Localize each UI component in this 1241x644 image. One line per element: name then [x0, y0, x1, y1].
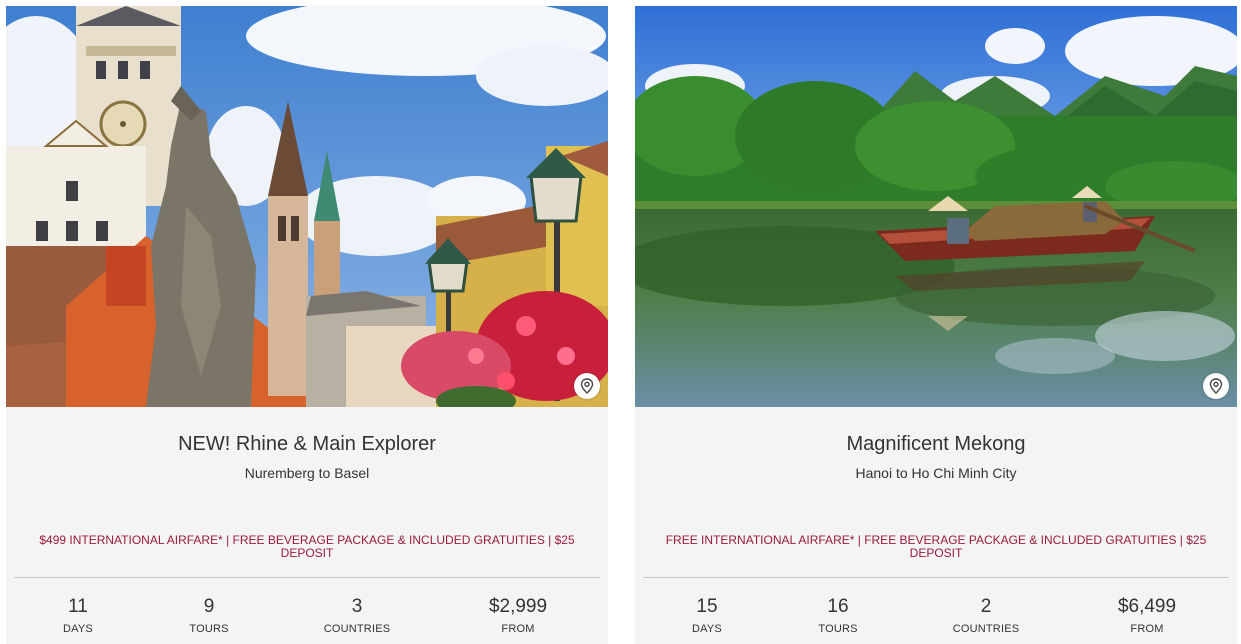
cruise-title[interactable]: Magnificent Mekong	[635, 433, 1237, 456]
cruise-card-rhine-main[interactable]: NEW! Rhine & Main Explorer Nuremberg to …	[6, 6, 608, 644]
cruise-route: Hanoi to Ho Chi Minh City	[855, 465, 1017, 481]
stat-label: FROM	[501, 623, 535, 635]
stat-value: 2	[980, 596, 992, 617]
cruise-route: Nuremberg to Basel	[244, 465, 370, 481]
stat-days: 15 DAYS	[647, 596, 767, 635]
divider	[643, 577, 1229, 578]
stat-days: 11 DAYS	[18, 596, 138, 635]
stat-label: DAYS	[63, 623, 93, 635]
stat-value: 3	[351, 596, 363, 617]
river-scene-image	[635, 6, 1237, 407]
cruise-photo-wurzburg[interactable]	[6, 6, 608, 407]
promo-text: FREE INTERNATIONAL AIRFARE* | FREE BEVER…	[665, 533, 1207, 560]
stat-tours: 16 TOURS	[778, 596, 898, 635]
stat-label: COUNTRIES	[952, 623, 1020, 635]
stat-label: FROM	[1130, 623, 1164, 635]
cruise-photo-mekong[interactable]	[635, 6, 1237, 407]
stat-value: 9	[203, 596, 215, 617]
promo-text: $499 INTERNATIONAL AIRFARE* | FREE BEVER…	[39, 533, 575, 560]
stat-label: TOURS	[189, 623, 229, 635]
stat-countries: 3 COUNTRIES	[297, 596, 417, 635]
stat-value: 15	[696, 596, 718, 617]
stat-label: TOURS	[818, 623, 858, 635]
stat-value: 11	[68, 596, 88, 617]
stat-value: 16	[827, 596, 849, 617]
town-scene-image	[6, 6, 608, 407]
stat-price: $2,999 FROM	[458, 596, 578, 635]
stat-value: $2,999	[488, 596, 548, 617]
stat-price: $6,499 FROM	[1087, 596, 1207, 635]
map-pin-icon[interactable]	[574, 373, 600, 399]
stat-label: DAYS	[692, 623, 722, 635]
divider	[14, 577, 600, 578]
stat-value: $6,499	[1117, 596, 1177, 617]
map-pin-icon[interactable]	[1203, 373, 1229, 399]
stat-tours: 9 TOURS	[149, 596, 269, 635]
cruise-card-mekong[interactable]: Magnificent Mekong Hanoi to Ho Chi Minh …	[635, 6, 1237, 644]
stat-countries: 2 COUNTRIES	[926, 596, 1046, 635]
stat-label: COUNTRIES	[323, 623, 391, 635]
cruise-title[interactable]: NEW! Rhine & Main Explorer	[6, 433, 608, 456]
